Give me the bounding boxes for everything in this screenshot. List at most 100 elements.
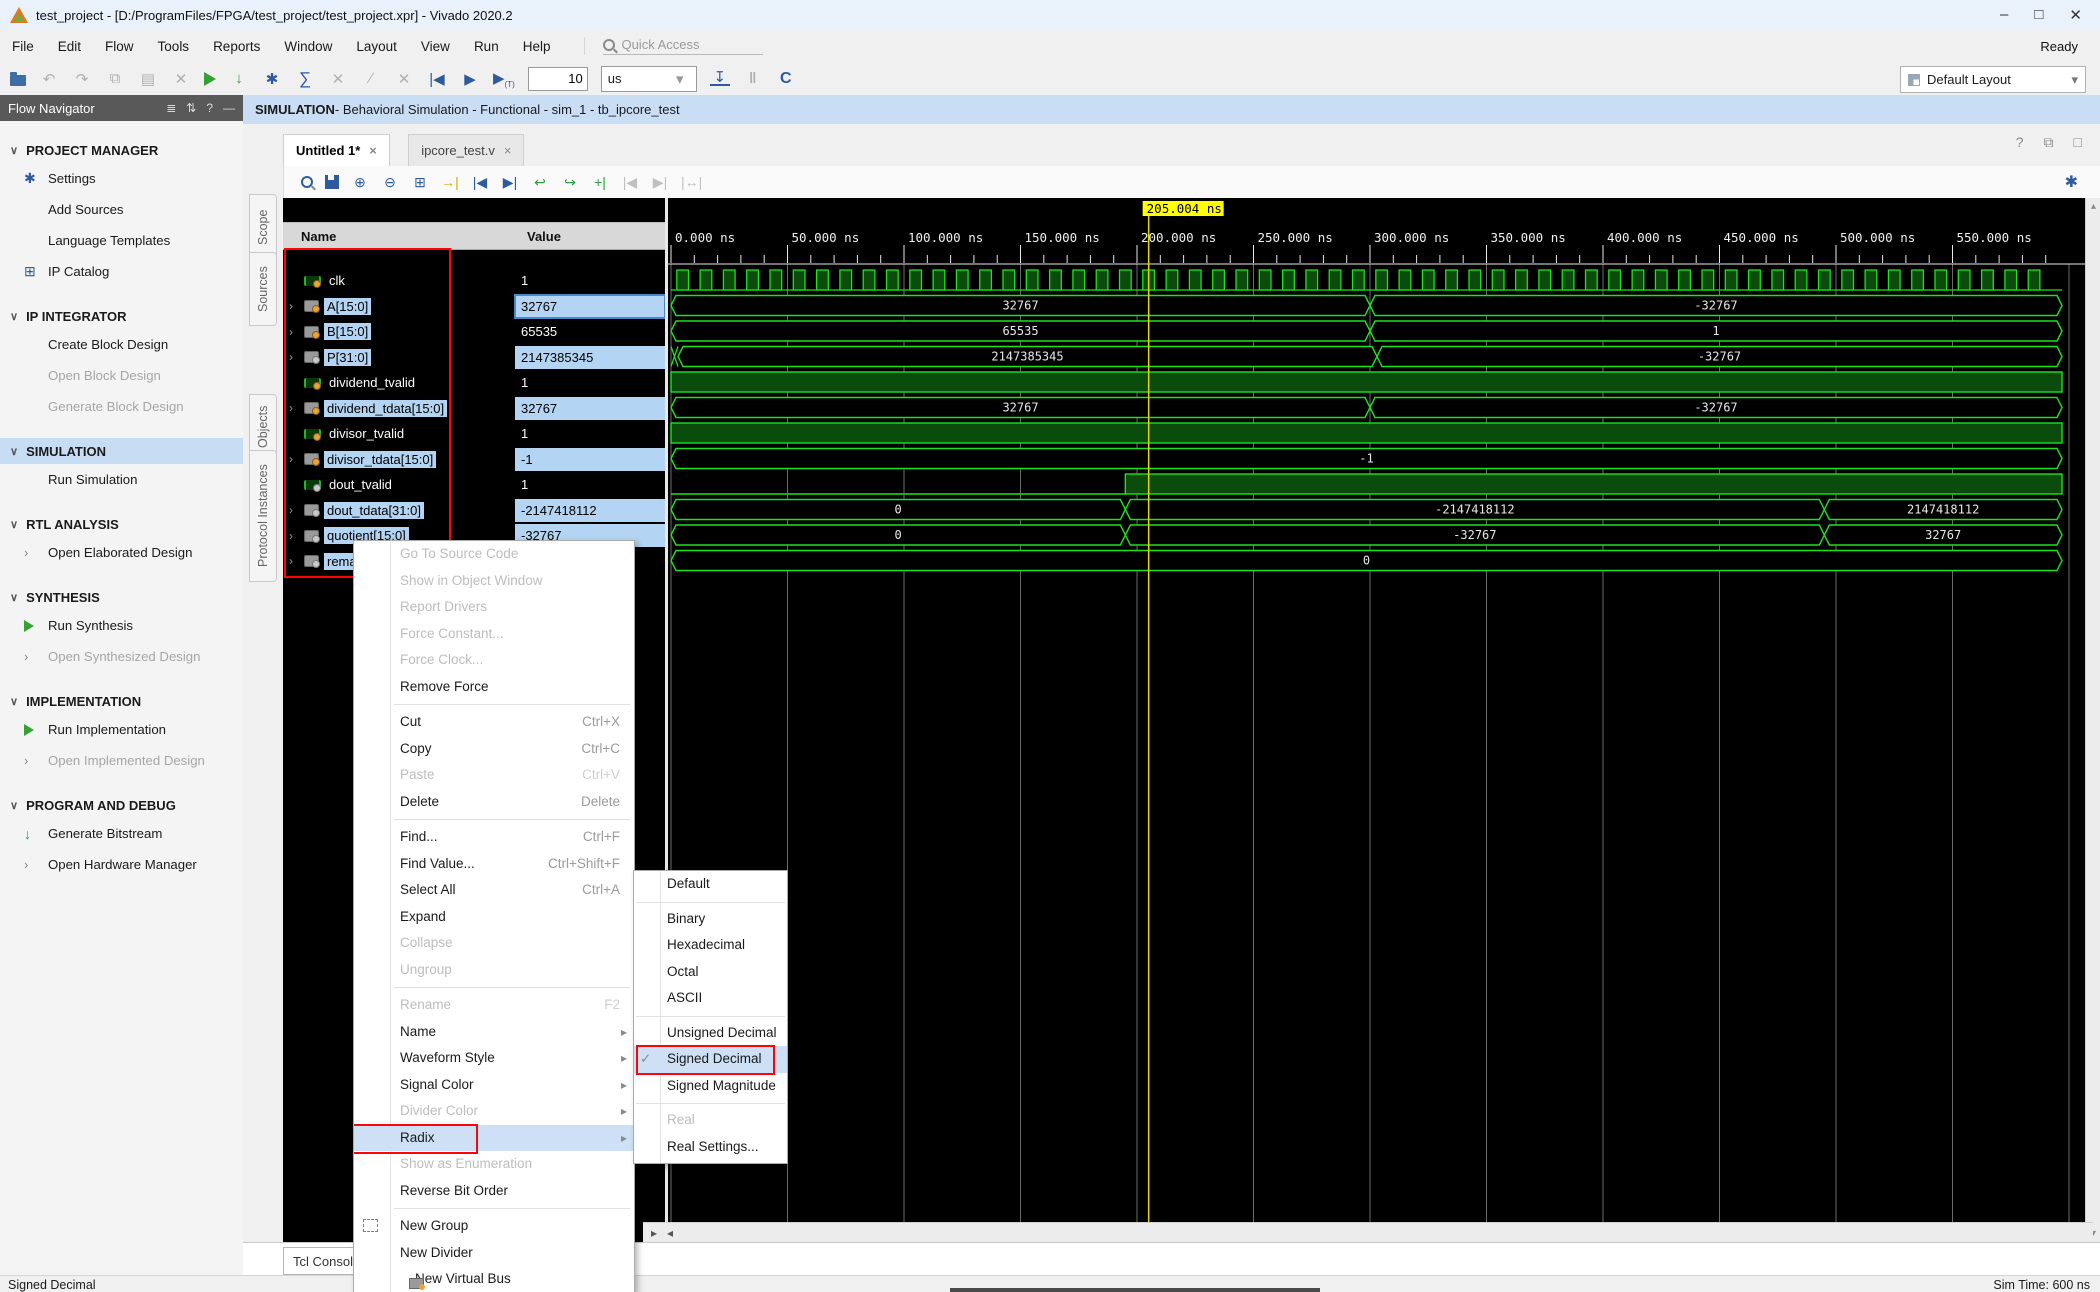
flownav-section-title-project-manager[interactable]: ∨PROJECT MANAGER xyxy=(0,137,243,163)
flownav-item-open-implemented-design[interactable]: ›Open Implemented Design xyxy=(0,745,243,776)
signal-value-divisor-tvalid[interactable]: 1 xyxy=(515,422,665,445)
restart-sim-icon[interactable]: |◀ xyxy=(427,70,447,88)
vertical-scrollbar[interactable]: ▴ ▾ xyxy=(2085,198,2100,1242)
flownav-item-open-block-design[interactable]: Open Block Design xyxy=(0,360,243,391)
pause-icon[interactable]: ‖ xyxy=(743,70,763,87)
signal-value-dividend-tvalid[interactable]: 1 xyxy=(515,371,665,394)
help-icon[interactable]: ? xyxy=(206,101,213,115)
menu-edit[interactable]: Edit xyxy=(46,35,93,58)
flownav-item-run-simulation[interactable]: Run Simulation xyxy=(0,464,243,495)
flownav-item-generate-bitstream[interactable]: ↓Generate Bitstream xyxy=(0,818,243,849)
minimize-panel-icon[interactable]: — xyxy=(223,101,235,115)
zoom-in-icon[interactable]: ⊕ xyxy=(351,174,369,191)
ctx-menu-item-name[interactable]: Name▸ xyxy=(354,1019,634,1046)
menu-run[interactable]: Run xyxy=(462,35,511,58)
flownav-section-title-program-and-debug[interactable]: ∨PROGRAM AND DEBUG xyxy=(0,792,243,818)
breakpoint-slash-icon[interactable]: ∕ xyxy=(361,70,381,87)
wave-settings-gear-icon[interactable]: ✱ xyxy=(2065,172,2078,192)
previous-transition-icon[interactable]: |◀ xyxy=(471,174,489,191)
flownav-section-title-synthesis[interactable]: ∨SYNTHESIS xyxy=(0,584,243,610)
relaunch-icon[interactable]: C xyxy=(776,70,796,88)
side-tab-scope[interactable]: Scope xyxy=(249,194,277,260)
close-button[interactable]: ✕ xyxy=(2069,6,2082,24)
ctx-menu-item-go-to-source-code[interactable]: Go To Source Code xyxy=(354,541,634,568)
waveform-canvas[interactable]: 0.000 ns50.000 ns100.000 ns150.000 ns200… xyxy=(668,198,2085,1222)
ctx-menu-item-reverse-bit-order[interactable]: Reverse Bit Order xyxy=(354,1178,634,1205)
ctx-menu-item-collapse[interactable]: Collapse xyxy=(354,930,634,957)
ctx-menu-item-new-divider[interactable]: New Divider xyxy=(354,1240,634,1267)
flownav-item-run-synthesis[interactable]: Run Synthesis xyxy=(0,610,243,641)
flownav-section-title-implementation[interactable]: ∨IMPLEMENTATION xyxy=(0,688,243,714)
close-icon[interactable]: × xyxy=(369,143,377,158)
menu-flow[interactable]: Flow xyxy=(93,35,146,58)
flownav-item-language-templates[interactable]: Language Templates xyxy=(0,225,243,256)
horizontal-scrollbar[interactable]: ▸ ◂ xyxy=(643,1222,2093,1243)
signal-value-dout-tdata-31-0[interactable]: -2147418112 xyxy=(515,499,665,522)
ctx-menu-item-signal-color[interactable]: Signal Color▸ xyxy=(354,1072,634,1099)
quick-access[interactable]: Quick Access xyxy=(584,37,793,55)
scroll-left-icon[interactable]: ◂ xyxy=(667,1226,673,1240)
flownav-item-create-block-design[interactable]: Create Block Design xyxy=(0,329,243,360)
open-project-icon[interactable] xyxy=(10,75,26,86)
wave-save-icon[interactable] xyxy=(325,175,339,189)
ctx-menu-item-cut[interactable]: CutCtrl+X xyxy=(354,709,634,736)
ctx-menu-item-radix[interactable]: Radix▸ xyxy=(354,1125,634,1152)
radix-menu-item-ascii[interactable]: ASCII xyxy=(634,985,787,1012)
run-button-icon[interactable] xyxy=(204,72,216,86)
menu-window[interactable]: Window xyxy=(272,35,344,58)
scroll-right-icon[interactable]: ▸ xyxy=(651,1226,657,1240)
ctx-menu-item-new-group[interactable]: New Group xyxy=(354,1213,634,1240)
paste-icon[interactable]: ▤ xyxy=(138,70,158,88)
chevron-down-icon[interactable]: ∨ xyxy=(10,591,18,604)
menu-view[interactable]: View xyxy=(409,35,462,58)
clear-breakpoints-icon[interactable]: ✕ xyxy=(394,70,414,88)
signal-value-dout-tvalid[interactable]: 1 xyxy=(515,473,665,496)
ctx-menu-item-ungroup[interactable]: Ungroup xyxy=(354,957,634,984)
ctx-menu-item-show-as-enumeration[interactable]: Show as Enumeration xyxy=(354,1151,634,1178)
expand-collapse-icon[interactable]: ⇅ xyxy=(186,101,196,115)
flownav-item-generate-block-design[interactable]: Generate Block Design xyxy=(0,391,243,422)
flownav-item-open-elaborated-design[interactable]: ›Open Elaborated Design xyxy=(0,537,243,568)
ctx-menu-item-new-virtual-bus[interactable]: New Virtual Bus xyxy=(354,1266,634,1292)
report-sigma-icon[interactable]: ∑ xyxy=(295,69,315,89)
ctx-menu-item-find[interactable]: Find...Ctrl+F xyxy=(354,824,634,851)
flownav-item-run-implementation[interactable]: Run Implementation xyxy=(0,714,243,745)
menu-help[interactable]: Help xyxy=(511,35,563,58)
flownav-section-title-ip-integrator[interactable]: ∨IP INTEGRATOR xyxy=(0,303,243,329)
radix-menu-item-real[interactable]: Real xyxy=(634,1107,787,1134)
tab-ipcore-test-v[interactable]: ipcore_test.v× xyxy=(408,134,524,166)
radix-menu-item-unsigned-decimal[interactable]: Unsigned Decimal xyxy=(634,1020,787,1047)
value-column-header[interactable]: Value xyxy=(513,229,561,244)
step-icon[interactable]: ↧ xyxy=(710,71,730,86)
marker-prev-icon[interactable]: |◀ xyxy=(621,174,639,191)
redo-icon[interactable]: ↷ xyxy=(72,70,92,88)
signal-value-a-15-0[interactable]: 32767 xyxy=(515,295,665,318)
radix-menu-item-hexadecimal[interactable]: Hexadecimal xyxy=(634,932,787,959)
undo-icon[interactable]: ↶ xyxy=(39,70,59,88)
marker-span-icon[interactable]: |↔| xyxy=(681,174,702,190)
layout-selector[interactable]: Default Layout ▾ xyxy=(1900,66,2086,93)
radix-menu-item-signed-magnitude[interactable]: Signed Magnitude xyxy=(634,1073,787,1100)
chevron-down-icon[interactable]: ∨ xyxy=(10,310,18,323)
side-tab-sources[interactable]: Sources xyxy=(249,252,277,326)
flownav-item-add-sources[interactable]: Add Sources xyxy=(0,194,243,225)
flownav-item-open-synthesized-design[interactable]: ›Open Synthesized Design xyxy=(0,641,243,672)
next-transition-icon[interactable]: ▶| xyxy=(501,174,519,191)
collapse-all-icon[interactable]: ≣ xyxy=(166,101,176,115)
signal-value-divisor-tdata-15-0[interactable]: -1 xyxy=(515,448,665,471)
ctx-menu-item-show-in-object-window[interactable]: Show in Object Window xyxy=(354,568,634,595)
ctx-menu-item-remove-force[interactable]: Remove Force xyxy=(354,674,634,701)
run-all-icon[interactable]: ▶ xyxy=(460,70,480,88)
ctx-menu-item-copy[interactable]: CopyCtrl+C xyxy=(354,736,634,763)
radix-menu-item-signed-decimal[interactable]: ✓Signed Decimal xyxy=(634,1046,787,1073)
flownav-section-title-simulation[interactable]: ∨SIMULATION xyxy=(0,438,243,464)
run-time-input[interactable] xyxy=(528,67,588,91)
ctx-menu-item-paste[interactable]: PasteCtrl+V xyxy=(354,762,634,789)
flownav-section-title-rtl-analysis[interactable]: ∨RTL ANALYSIS xyxy=(0,511,243,537)
signal-value-b-15-0[interactable]: 65535 xyxy=(515,320,665,343)
delete-icon[interactable]: ✕ xyxy=(171,70,191,88)
radix-menu-item-default[interactable]: Default xyxy=(634,871,787,898)
zoom-out-icon[interactable]: ⊖ xyxy=(381,174,399,191)
side-tab-protocol-instances[interactable]: Protocol Instances xyxy=(249,450,277,582)
add-cursor-icon[interactable]: ↪ xyxy=(561,174,579,191)
